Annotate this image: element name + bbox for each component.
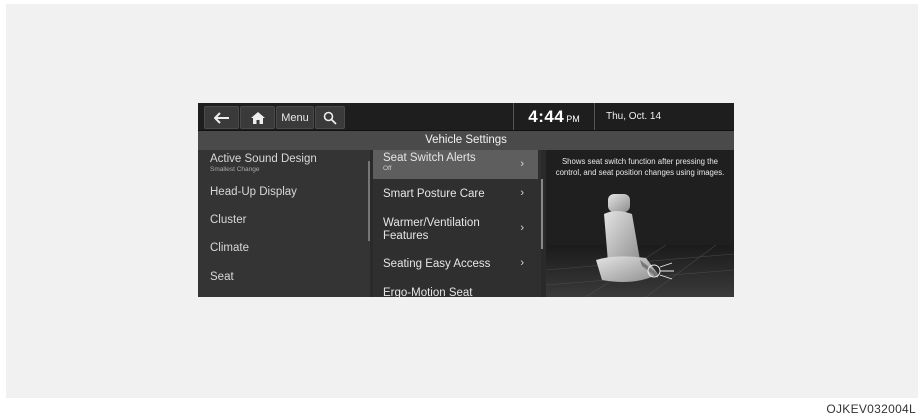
infotainment-screen: Menu 4:44 PM Thu, Oct. 14 Vehicle Settin… <box>198 103 734 297</box>
category-item-cluster[interactable]: Cluster <box>210 214 246 226</box>
list-item-label: Warmer/Ventilation <box>383 217 480 229</box>
list-item-ergo-motion-seat[interactable]: Ergo-Motion Seat <box>373 281 538 297</box>
arrow-left-icon <box>213 111 229 124</box>
chevron-right-icon: › <box>520 187 524 199</box>
clock: 4:44 PM <box>513 103 595 130</box>
home-icon <box>250 111 265 124</box>
chevron-right-icon: › <box>520 257 524 269</box>
list-item-value: Off <box>383 165 392 172</box>
page-title: Vehicle Settings <box>198 131 734 150</box>
menu-button[interactable]: Menu <box>276 106 314 129</box>
settings-scrollbar[interactable] <box>541 179 543 249</box>
top-bar: Menu 4:44 PM Thu, Oct. 14 <box>198 103 734 131</box>
list-item-seat-switch-alerts[interactable]: Seat Switch Alerts Off › <box>373 150 538 179</box>
figure-caption: OJKEV032004L <box>826 402 916 416</box>
category-item-climate[interactable]: Climate <box>210 242 249 254</box>
category-item-head-up-display[interactable]: Head-Up Display <box>210 186 297 198</box>
clock-time: 4:44 <box>528 106 565 126</box>
category-scrollbar[interactable] <box>368 161 370 241</box>
category-item-sublabel: Smallest Change <box>210 166 260 173</box>
search-button[interactable] <box>315 106 345 129</box>
search-icon <box>323 111 337 125</box>
list-item-seating-easy-access[interactable]: Seating Easy Access › <box>373 250 538 276</box>
date-label: Thu, Oct. 14 <box>606 111 662 122</box>
list-item-warmer-ventilation-features[interactable]: Warmer/Ventilation Features › <box>373 210 538 244</box>
car-seat-image <box>546 194 734 297</box>
category-item-label: Head-Up Display <box>210 186 297 198</box>
list-item-label: Seat Switch Alerts <box>383 152 476 164</box>
category-item-label: Climate <box>210 242 249 254</box>
back-button[interactable] <box>204 106 239 129</box>
home-button[interactable] <box>240 106 275 129</box>
seat-settings-list: Seat Switch Alerts Off › Smart Posture C… <box>373 150 541 297</box>
chevron-right-icon: › <box>520 222 524 234</box>
category-item-seat[interactable]: Seat <box>210 271 234 283</box>
category-list: Active Sound Design Smallest Change Head… <box>198 150 370 297</box>
menu-button-label: Menu <box>281 111 309 124</box>
category-item-active-sound-design[interactable]: Active Sound Design Smallest Change <box>210 153 317 173</box>
category-item-label: Seat <box>210 271 234 283</box>
list-item-label: Ergo-Motion Seat <box>383 287 473 297</box>
list-item-label: Smart Posture Care <box>383 188 485 200</box>
info-panel: Shows seat switch function after pressin… <box>546 150 734 297</box>
list-item-label: Seating Easy Access <box>383 258 491 270</box>
list-item-label-line2: Features <box>383 230 429 242</box>
chevron-right-icon: › <box>520 158 524 170</box>
category-item-label: Cluster <box>210 214 247 226</box>
list-item-smart-posture-care[interactable]: Smart Posture Care › <box>373 181 538 207</box>
clock-ampm: PM <box>566 114 580 124</box>
category-item-label: Active Sound Design <box>210 153 317 165</box>
